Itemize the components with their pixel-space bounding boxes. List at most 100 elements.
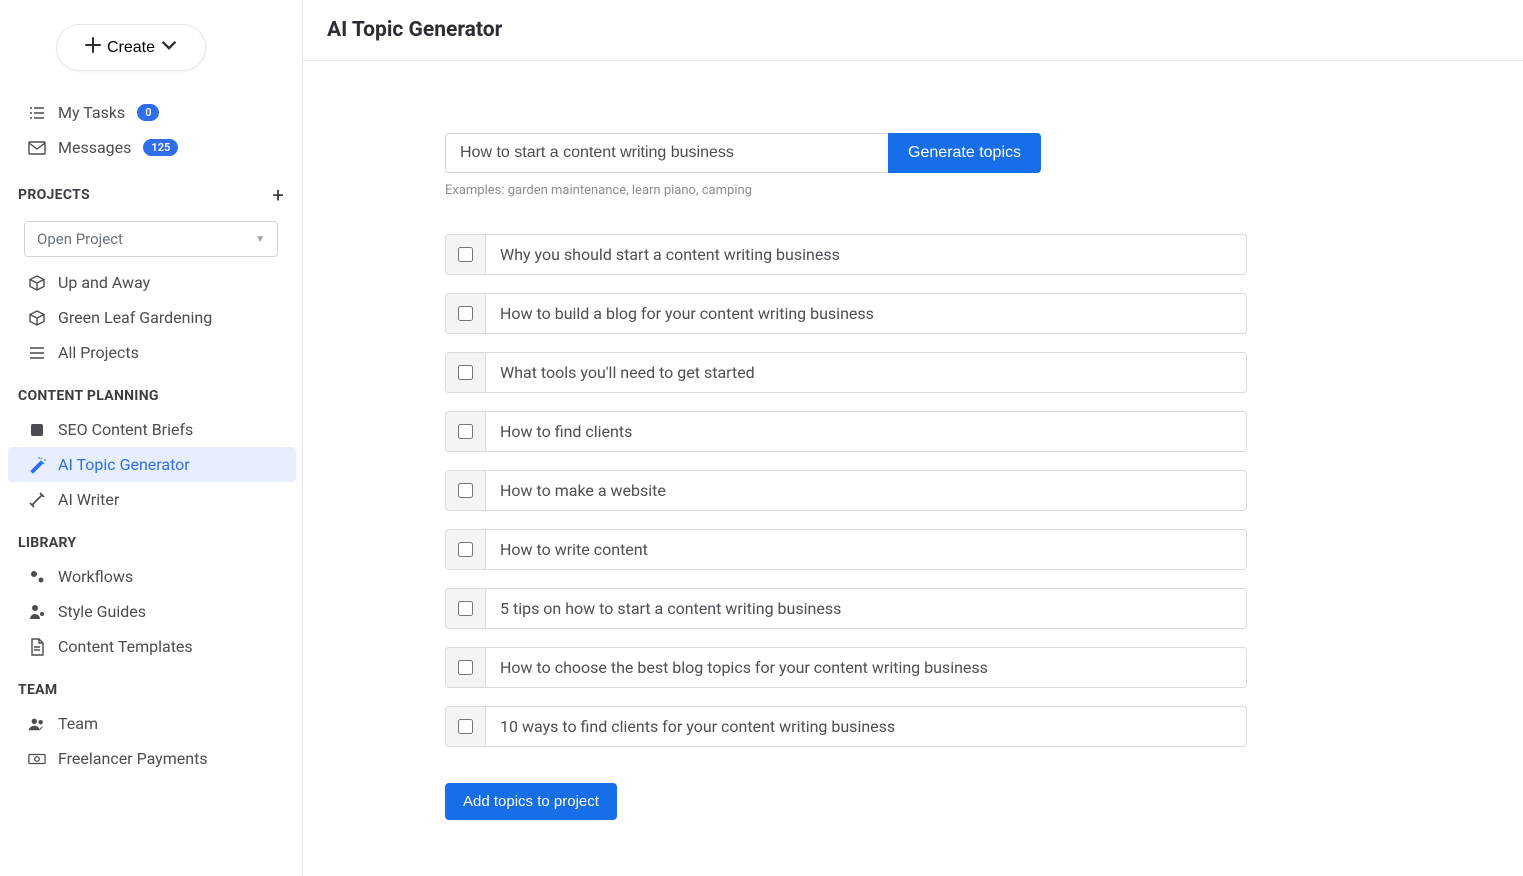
- topic-row: What tools you'll need to get started: [445, 352, 1247, 393]
- topic-text: How to make a website: [485, 470, 1247, 511]
- nav-messages[interactable]: Messages 125: [0, 130, 302, 165]
- cube-icon: [28, 309, 46, 327]
- topic-row: How to write content: [445, 529, 1247, 570]
- nav-label: AI Writer: [58, 490, 119, 509]
- nav-label: Team: [58, 714, 98, 733]
- envelope-icon: [28, 139, 46, 157]
- input-row: Generate topics: [445, 133, 1041, 173]
- topic-text: 10 ways to find clients for your content…: [485, 706, 1247, 747]
- brief-icon: [28, 421, 46, 439]
- nav-ai-writer[interactable]: AI Writer: [0, 482, 302, 517]
- nav-label: AI Topic Generator: [58, 455, 190, 474]
- project-item-all[interactable]: All Projects: [0, 335, 302, 370]
- nav-label: SEO Content Briefs: [58, 420, 193, 439]
- topic-checkbox-cell: [445, 647, 485, 688]
- add-topics-button[interactable]: Add topics to project: [445, 783, 617, 820]
- list-icon: [28, 344, 46, 362]
- topic-input[interactable]: [445, 133, 888, 173]
- person-gear-icon: [28, 603, 46, 621]
- nav-label: Style Guides: [58, 602, 146, 621]
- topic-row: 10 ways to find clients for your content…: [445, 706, 1247, 747]
- nav-label: My Tasks: [58, 103, 125, 122]
- tasks-badge: 0: [137, 104, 159, 121]
- topic-text: How to choose the best blog topics for y…: [485, 647, 1247, 688]
- tasks-icon: [28, 104, 46, 122]
- topic-text: What tools you'll need to get started: [485, 352, 1247, 393]
- topic-checkbox[interactable]: [458, 719, 473, 734]
- caret-down-icon: [161, 37, 177, 58]
- section-title: PROJECTS: [18, 187, 90, 203]
- generate-button[interactable]: Generate topics: [888, 133, 1041, 173]
- add-project-icon[interactable]: +: [272, 183, 284, 207]
- section-header-library: LIBRARY: [0, 517, 302, 559]
- nav-content-templates[interactable]: Content Templates: [0, 629, 302, 664]
- topic-text: How to write content: [485, 529, 1247, 570]
- nav-seo-briefs[interactable]: SEO Content Briefs: [0, 412, 302, 447]
- topic-checkbox[interactable]: [458, 424, 473, 439]
- magic-icon: [28, 491, 46, 509]
- nav-team[interactable]: Team: [0, 706, 302, 741]
- nav-workflows[interactable]: Workflows: [0, 559, 302, 594]
- topic-checkbox[interactable]: [458, 483, 473, 498]
- topic-checkbox[interactable]: [458, 542, 473, 557]
- topic-checkbox[interactable]: [458, 601, 473, 616]
- topic-row: How to find clients: [445, 411, 1247, 452]
- section-title: LIBRARY: [18, 535, 76, 551]
- topic-row: How to build a blog for your content wri…: [445, 293, 1247, 334]
- nav-label: Green Leaf Gardening: [58, 308, 212, 327]
- caret-down-icon: ▼: [255, 234, 265, 245]
- section-header-projects: PROJECTS +: [0, 165, 302, 215]
- topic-checkbox-cell: [445, 293, 485, 334]
- money-icon: [28, 750, 46, 768]
- wand-icon: [28, 456, 46, 474]
- section-header-content-planning: CONTENT PLANNING: [0, 370, 302, 412]
- topic-checkbox-cell: [445, 352, 485, 393]
- nav-label: Content Templates: [58, 637, 193, 656]
- nav-freelancer-payments[interactable]: Freelancer Payments: [0, 741, 302, 776]
- topic-text: How to build a blog for your content wri…: [485, 293, 1247, 334]
- topic-checkbox-cell: [445, 411, 485, 452]
- section-title: TEAM: [18, 682, 57, 698]
- nav-label: Messages: [58, 138, 131, 157]
- examples-text: Examples: garden maintenance, learn pian…: [445, 183, 1499, 198]
- plus-icon: [85, 37, 101, 58]
- project-select-label: Open Project: [37, 230, 123, 248]
- section-title: CONTENT PLANNING: [18, 388, 159, 404]
- content-area: Generate topics Examples: garden mainten…: [303, 61, 1523, 876]
- topic-text: How to find clients: [485, 411, 1247, 452]
- topic-checkbox-cell: [445, 234, 485, 275]
- topic-checkbox[interactable]: [458, 365, 473, 380]
- cube-icon: [28, 274, 46, 292]
- create-label: Create: [107, 39, 155, 57]
- project-select[interactable]: Open Project ▼: [24, 221, 278, 257]
- topic-row: How to make a website: [445, 470, 1247, 511]
- messages-badge: 125: [143, 139, 178, 156]
- main: AI Topic Generator Generate topics Examp…: [303, 0, 1523, 876]
- nav-style-guides[interactable]: Style Guides: [0, 594, 302, 629]
- topic-checkbox-cell: [445, 588, 485, 629]
- page-title: AI Topic Generator: [303, 0, 1523, 61]
- people-icon: [28, 715, 46, 733]
- topic-checkbox[interactable]: [458, 247, 473, 262]
- topic-row: Why you should start a content writing b…: [445, 234, 1247, 275]
- topic-checkbox[interactable]: [458, 660, 473, 675]
- nav-label: All Projects: [58, 343, 139, 362]
- topic-text: Why you should start a content writing b…: [485, 234, 1247, 275]
- topic-checkbox[interactable]: [458, 306, 473, 321]
- nav-label: Freelancer Payments: [58, 749, 208, 768]
- gears-icon: [28, 568, 46, 586]
- nav-label: Up and Away: [58, 273, 150, 292]
- project-item-up-and-away[interactable]: Up and Away: [0, 265, 302, 300]
- topic-text: 5 tips on how to start a content writing…: [485, 588, 1247, 629]
- nav-my-tasks[interactable]: My Tasks 0: [0, 95, 302, 130]
- create-button[interactable]: Create: [56, 24, 206, 71]
- topic-list: Why you should start a content writing b…: [445, 234, 1247, 747]
- topic-checkbox-cell: [445, 706, 485, 747]
- doc-icon: [28, 638, 46, 656]
- topic-row: How to choose the best blog topics for y…: [445, 647, 1247, 688]
- project-item-green-leaf[interactable]: Green Leaf Gardening: [0, 300, 302, 335]
- section-header-team: TEAM: [0, 664, 302, 706]
- nav-ai-topic-generator[interactable]: AI Topic Generator: [8, 447, 296, 482]
- topic-checkbox-cell: [445, 470, 485, 511]
- sidebar: Create My Tasks 0 Messages 125 PROJECTS …: [0, 0, 303, 876]
